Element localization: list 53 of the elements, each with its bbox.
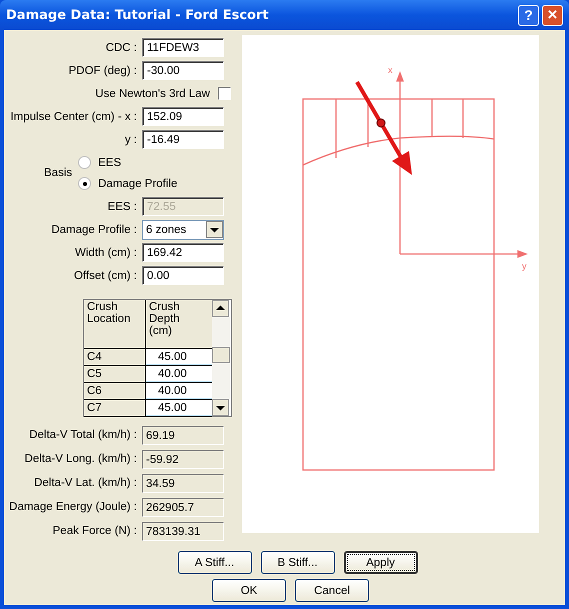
close-button[interactable]: ×	[542, 4, 563, 26]
input-field[interactable]: 152.09	[142, 107, 224, 126]
radio-button[interactable]	[78, 177, 92, 190]
field-label: PDOF (deg) :	[68, 64, 138, 76]
readonly-field: -59.92	[142, 450, 224, 468]
field-label: EES :	[106, 200, 138, 212]
readonly-field: 262905.7	[142, 498, 224, 516]
radio-label: Damage Profile	[98, 178, 178, 190]
field-label: CDC :	[104, 42, 138, 54]
scroll-thumb[interactable]	[212, 347, 230, 363]
result-label: Damage Energy (Joule) :	[8, 501, 138, 513]
input-field[interactable]: 0.00	[142, 266, 224, 285]
result-label: Delta-V Lat. (km/h) :	[33, 477, 138, 489]
field-label: Offset (cm) :	[72, 270, 138, 282]
dialog-button[interactable]: OK	[212, 579, 286, 602]
group-label: Basis	[44, 167, 72, 179]
input-field[interactable]: 11FDEW3	[142, 38, 224, 57]
readonly-field: 34.59	[142, 474, 224, 492]
dialog-button[interactable]: B Stiff...	[260, 551, 334, 574]
table-cell: 45.00	[146, 349, 212, 365]
dialog-button[interactable]: Cancel	[295, 579, 369, 602]
window-title: Damage Data: Tutorial - Ford Escort	[6, 8, 269, 22]
help-button[interactable]: ?	[518, 4, 539, 26]
axis-label: x	[388, 65, 392, 75]
field-label: y :	[124, 134, 138, 146]
result-label: Peak Force (N) :	[52, 525, 138, 537]
field-label: Damage Profile :	[50, 224, 138, 236]
impulse-point-icon	[376, 118, 386, 128]
dialog-button[interactable]: Apply	[344, 551, 418, 574]
input-field[interactable]: -16.49	[142, 130, 224, 149]
radio-label: EES	[98, 156, 122, 168]
scroll-up-icon[interactable]	[212, 300, 229, 317]
field-label: Impulse Center (cm) - x :	[9, 110, 138, 122]
checkbox[interactable]	[218, 87, 231, 100]
result-label: Delta-V Total (km/h) :	[28, 429, 138, 441]
axis-label: y	[522, 261, 526, 271]
readonly-field: 783139.31	[142, 522, 224, 540]
column-header: Crush Location	[84, 300, 146, 348]
input-field[interactable]: 169.42	[142, 243, 224, 262]
table-cell: 40.00	[146, 366, 212, 382]
input-field[interactable]: -30.00	[142, 61, 224, 80]
readonly-field: 69.19	[142, 426, 224, 444]
checkbox-label: Use Newton's 3rd Law	[95, 88, 210, 100]
scroll-down-icon[interactable]	[212, 399, 229, 416]
dialog-button[interactable]: A Stiff...	[178, 551, 252, 574]
scrollbar[interactable]	[212, 300, 230, 416]
table-cell: 45.00	[146, 400, 212, 416]
field-label: Width (cm) :	[74, 246, 138, 258]
result-label: Delta-V Long. (km/h) :	[24, 453, 138, 465]
table-cell: 40.00	[146, 383, 212, 399]
radio-button[interactable]	[78, 156, 92, 169]
column-header: Crush Depth (cm)	[148, 300, 181, 339]
dropdown[interactable]: 6 zones	[142, 220, 224, 240]
